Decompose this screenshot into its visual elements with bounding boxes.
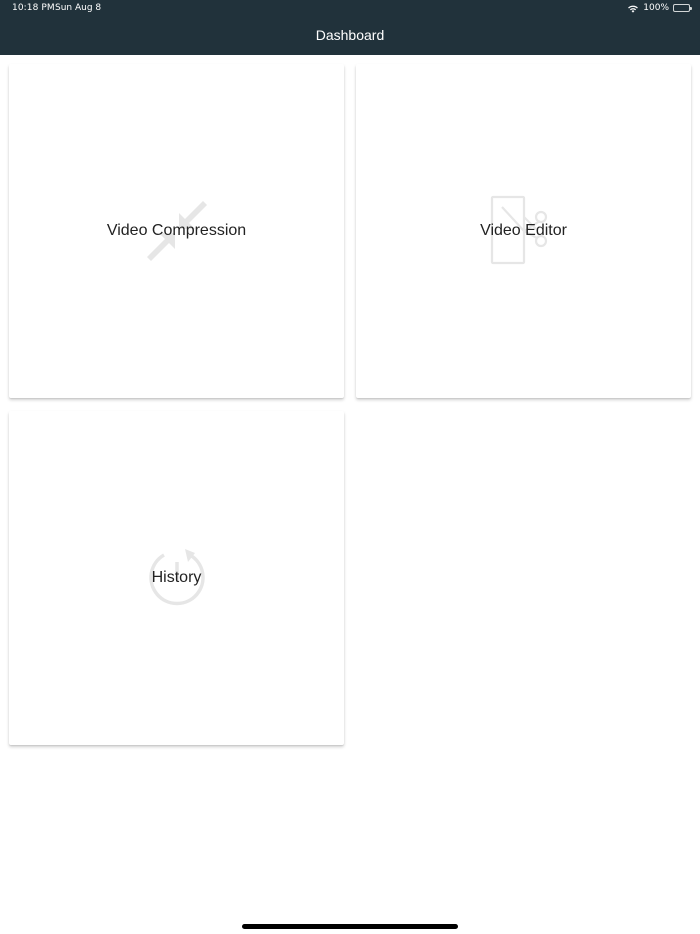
video-editor-label: Video Editor: [480, 222, 567, 239]
status-time: 10:18 PM: [12, 3, 55, 13]
navigation-bar: 10:18 PM Sun Aug 8 100% Dashboard: [0, 0, 700, 55]
video-compression-label: Video Compression: [106, 222, 247, 239]
history-card[interactable]: History: [9, 411, 344, 745]
status-indicators: 100%: [627, 2, 692, 14]
video-compression-card[interactable]: Video Compression: [9, 64, 344, 398]
video-editor-card[interactable]: Video Editor: [356, 64, 691, 398]
home-indicator[interactable]: [242, 924, 458, 929]
battery-percent: 100%: [643, 3, 669, 13]
battery-icon: [673, 4, 692, 12]
history-label: History: [151, 569, 202, 586]
wifi-icon: [627, 4, 639, 13]
page-title: Dashboard: [315, 27, 385, 43]
status-date: Sun Aug 8: [55, 3, 102, 13]
